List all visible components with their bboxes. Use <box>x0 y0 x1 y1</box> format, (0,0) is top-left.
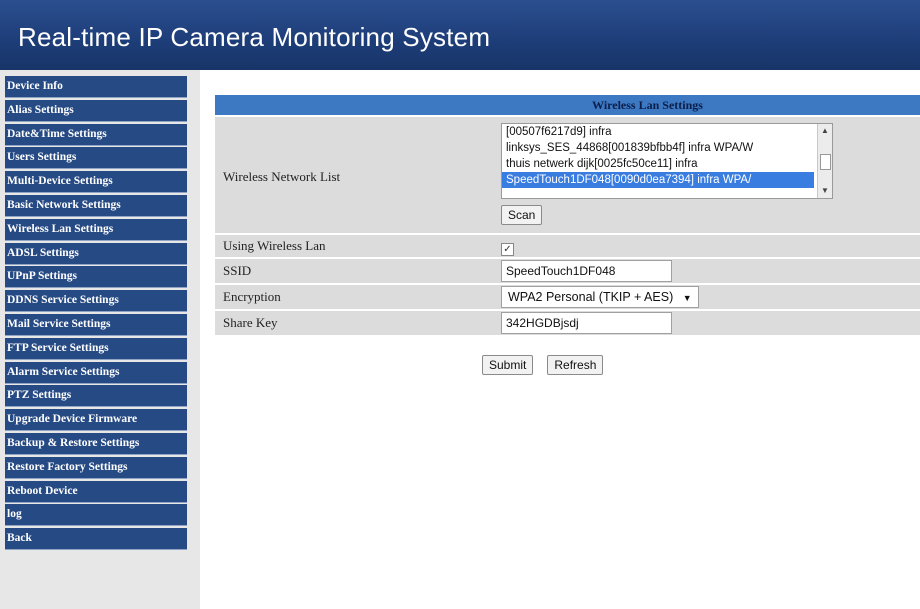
share-key-field[interactable]: 342HGDBjsdj <box>501 312 672 334</box>
sidebar-item-ftp-service-settings[interactable]: FTP Service Settings <box>5 337 187 360</box>
wireless-settings-panel: Wireless Lan Settings Wireless Network L… <box>215 95 920 335</box>
refresh-button[interactable]: Refresh <box>547 355 604 375</box>
network-option[interactable]: linksys_SES_44868[001839bfbb4f] infra WP… <box>502 140 814 156</box>
sidebar-item-basic-network-settings[interactable]: Basic Network Settings <box>5 194 187 217</box>
sidebar-item-multi-device-settings[interactable]: Multi-Device Settings <box>5 171 187 194</box>
arrow-up-icon[interactable]: ▲ <box>821 126 829 135</box>
chevron-down-icon: ▼ <box>682 293 692 303</box>
scrollbar-thumb[interactable] <box>820 154 831 170</box>
using-wireless-label: Using Wireless Lan <box>223 238 326 253</box>
encryption-value: WPA2 Personal (TKIP + AES) <box>508 290 674 304</box>
ssid-label: SSID <box>223 263 252 278</box>
network-list-row: Wireless Network List [00507f6217d9] inf… <box>215 117 920 233</box>
sidebar-item-upgrade-device-firmware[interactable]: Upgrade Device Firmware <box>5 409 187 432</box>
sidebar-item-device-info[interactable]: Device Info <box>5 76 187 98</box>
encryption-select[interactable]: WPA2 Personal (TKIP + AES) ▼ <box>501 286 699 308</box>
using-wireless-row: Using Wireless Lan ✓ <box>215 235 920 257</box>
sidebar-item-restore-factory-settings[interactable]: Restore Factory Settings <box>5 456 187 479</box>
sidebar-item-ptz-settings[interactable]: PTZ Settings <box>5 385 187 408</box>
network-list[interactable]: [00507f6217d9] infra linksys_SES_44868[0… <box>501 123 833 199</box>
app-title: Real-time IP Camera Monitoring System <box>18 22 491 52</box>
sidebar-item-ddns-service-settings[interactable]: DDNS Service Settings <box>5 290 187 313</box>
sidebar-item-alias-settings[interactable]: Alias Settings <box>5 99 187 122</box>
network-option-selected[interactable]: SpeedTouch1DF048[0090d0ea7394] infra WPA… <box>502 172 814 188</box>
network-list-scrollbar[interactable]: ▲ ▼ <box>817 124 832 198</box>
sidebar-item-alarm-service-settings[interactable]: Alarm Service Settings <box>5 361 187 384</box>
check-icon: ✓ <box>503 244 512 255</box>
network-option[interactable]: [00507f6217d9] infra <box>502 124 814 140</box>
sidebar-item-back[interactable]: Back <box>5 528 187 551</box>
share-key-label: Share Key <box>223 315 278 330</box>
encryption-label: Encryption <box>223 289 281 304</box>
using-wireless-checkbox[interactable]: ✓ <box>501 243 514 256</box>
sidebar-item-date-time-settings[interactable]: Date&Time Settings <box>5 123 187 146</box>
network-list-cell: [00507f6217d9] infra linksys_SES_44868[0… <box>501 123 833 225</box>
sidebar-item-reboot-device[interactable]: Reboot Device <box>5 480 187 503</box>
sidebar-item-log[interactable]: log <box>5 504 187 527</box>
sidebar-item-mail-service-settings[interactable]: Mail Service Settings <box>5 313 187 336</box>
encryption-row: Encryption WPA2 Personal (TKIP + AES) ▼ <box>215 285 920 309</box>
share-key-row: Share Key 342HGDBjsdj <box>215 311 920 335</box>
sidebar-item-backup-restore-settings[interactable]: Backup & Restore Settings <box>5 432 187 455</box>
ssid-row: SSID SpeedTouch1DF048 <box>215 259 920 283</box>
panel-title: Wireless Lan Settings <box>215 95 920 115</box>
sidebar-menu: Device Info Alias Settings Date&Time Set… <box>5 76 187 552</box>
sidebar-item-users-settings[interactable]: Users Settings <box>5 147 187 170</box>
app-header: Real-time IP Camera Monitoring System <box>0 0 920 70</box>
form-actions: Submit Refresh <box>482 355 613 375</box>
network-option[interactable]: thuis netwerk dijk[0025fc50ce11] infra <box>502 156 814 172</box>
sidebar: Device Info Alias Settings Date&Time Set… <box>0 70 200 609</box>
sidebar-item-adsl-settings[interactable]: ADSL Settings <box>5 242 187 265</box>
arrow-down-icon[interactable]: ▼ <box>821 186 829 195</box>
scan-button[interactable]: Scan <box>501 205 543 225</box>
sidebar-item-wireless-lan-settings[interactable]: Wireless Lan Settings <box>5 218 187 241</box>
submit-button[interactable]: Submit <box>482 355 534 375</box>
network-list-label: Wireless Network List <box>223 169 341 184</box>
ssid-field[interactable]: SpeedTouch1DF048 <box>501 260 672 282</box>
sidebar-item-upnp-settings[interactable]: UPnP Settings <box>5 266 187 289</box>
